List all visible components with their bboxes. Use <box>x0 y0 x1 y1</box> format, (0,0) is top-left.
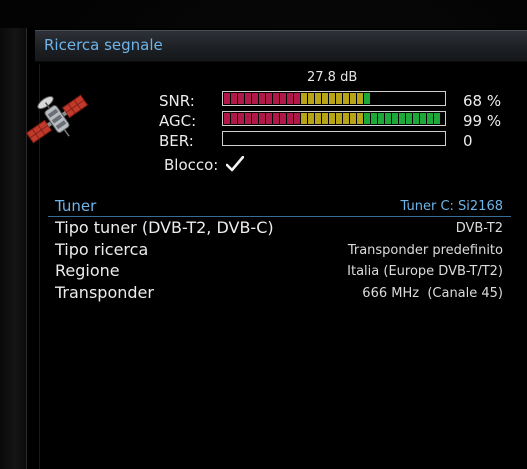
meter-segment <box>385 113 391 124</box>
info-value: Transponder predefinito <box>347 243 503 258</box>
meter-segment <box>266 113 272 124</box>
meter-segment <box>301 113 307 124</box>
meter-segment <box>280 93 286 104</box>
meter-segment <box>245 93 251 104</box>
meter-segment <box>399 113 405 124</box>
meter-segment <box>273 93 279 104</box>
info-key: Tipo ricerca <box>55 240 149 259</box>
meter-segment <box>238 93 244 104</box>
info-value: DVB-T2 <box>455 221 503 236</box>
meter-segment <box>294 113 300 124</box>
snr-label: SNR: <box>159 92 195 110</box>
agc-label: AGC: <box>159 112 197 130</box>
meter-segment <box>322 93 328 104</box>
ber-label: BER: <box>159 132 194 150</box>
window-title: Ricerca segnale <box>44 36 163 54</box>
lock-label: Blocco: <box>164 156 219 174</box>
info-row-search-type: Tipo ricerca Transponder predefinito <box>55 240 505 262</box>
snr-value: 68 % <box>463 92 502 110</box>
meter-segment <box>329 93 335 104</box>
meter-segment <box>343 113 349 124</box>
info-row-transponder: Transponder 666 MHz (Canale 45) <box>55 283 505 305</box>
meter-segment <box>287 113 293 124</box>
meter-segment <box>315 113 321 124</box>
meter-segment <box>322 113 328 124</box>
ber-meter-row: BER: 0 <box>0 130 527 150</box>
meter-segment <box>301 93 307 104</box>
meter-segment <box>434 113 440 124</box>
meter-segment <box>231 113 237 124</box>
info-key: Regione <box>55 261 120 280</box>
tuner-id: Tuner C: Si2168 <box>400 199 503 214</box>
meter-segment <box>252 113 258 124</box>
meter-segment <box>224 113 230 124</box>
meter-segment <box>259 113 265 124</box>
meter-segment <box>273 113 279 124</box>
meter-segment <box>315 93 321 104</box>
meter-segment <box>308 93 314 104</box>
info-value: Italia (Europe DVB-T/T2) <box>347 264 503 279</box>
screen: Ricerca segnale 27.8 dB SNR: 68 % AGC: 9… <box>0 0 527 469</box>
lock-status: Blocco: <box>164 155 245 175</box>
ber-meter-bar <box>222 131 446 146</box>
meter-segment <box>371 113 377 124</box>
meter-segment <box>308 113 314 124</box>
meter-segment <box>427 113 433 124</box>
meter-segment <box>287 93 293 104</box>
meter-segment <box>357 93 363 104</box>
meter-segment <box>350 93 356 104</box>
meter-segment <box>259 93 265 104</box>
info-key: Tipo tuner (DVB-T2, DVB-C) <box>55 218 274 237</box>
meter-segment <box>266 93 272 104</box>
snr-meter-bar <box>222 91 446 106</box>
agc-meter-row: AGC: 99 % <box>0 110 527 130</box>
info-row-region: Regione Italia (Europe DVB-T/T2) <box>55 261 505 283</box>
info-value: 666 MHz (Canale 45) <box>362 286 503 301</box>
agc-value: 99 % <box>463 112 502 130</box>
meter-segment <box>364 93 370 104</box>
ber-value: 0 <box>463 132 473 150</box>
meter-segment <box>252 93 258 104</box>
meter-segment <box>420 113 426 124</box>
info-key: Transponder <box>55 283 154 302</box>
meter-segment <box>224 93 230 104</box>
meter-segment <box>294 93 300 104</box>
meter-segment <box>357 113 363 124</box>
meter-segment <box>329 113 335 124</box>
tuner-section-title: Tuner <box>55 197 97 215</box>
meter-segment <box>413 113 419 124</box>
snr-meter-row: SNR: 68 % <box>0 90 527 110</box>
meter-segment <box>350 113 356 124</box>
snr-db-readout: 27.8 dB <box>307 70 358 85</box>
meter-segment <box>406 113 412 124</box>
meter-segment <box>392 113 398 124</box>
checkmark-icon <box>226 156 245 172</box>
window-titlebar: Ricerca segnale <box>35 30 527 62</box>
agc-meter-bar <box>222 111 446 126</box>
meter-segment <box>231 93 237 104</box>
meter-segment <box>336 113 342 124</box>
meter-segment <box>343 93 349 104</box>
meter-segment <box>364 113 370 124</box>
meter-segment <box>245 113 251 124</box>
info-row-tuner-type: Tipo tuner (DVB-T2, DVB-C) DVB-T2 <box>55 218 505 240</box>
meter-segment <box>336 93 342 104</box>
meter-segment <box>238 113 244 124</box>
meter-segment <box>280 113 286 124</box>
meter-segment <box>378 113 384 124</box>
tuner-section-header: Tuner Tuner C: Si2168 <box>48 196 511 217</box>
